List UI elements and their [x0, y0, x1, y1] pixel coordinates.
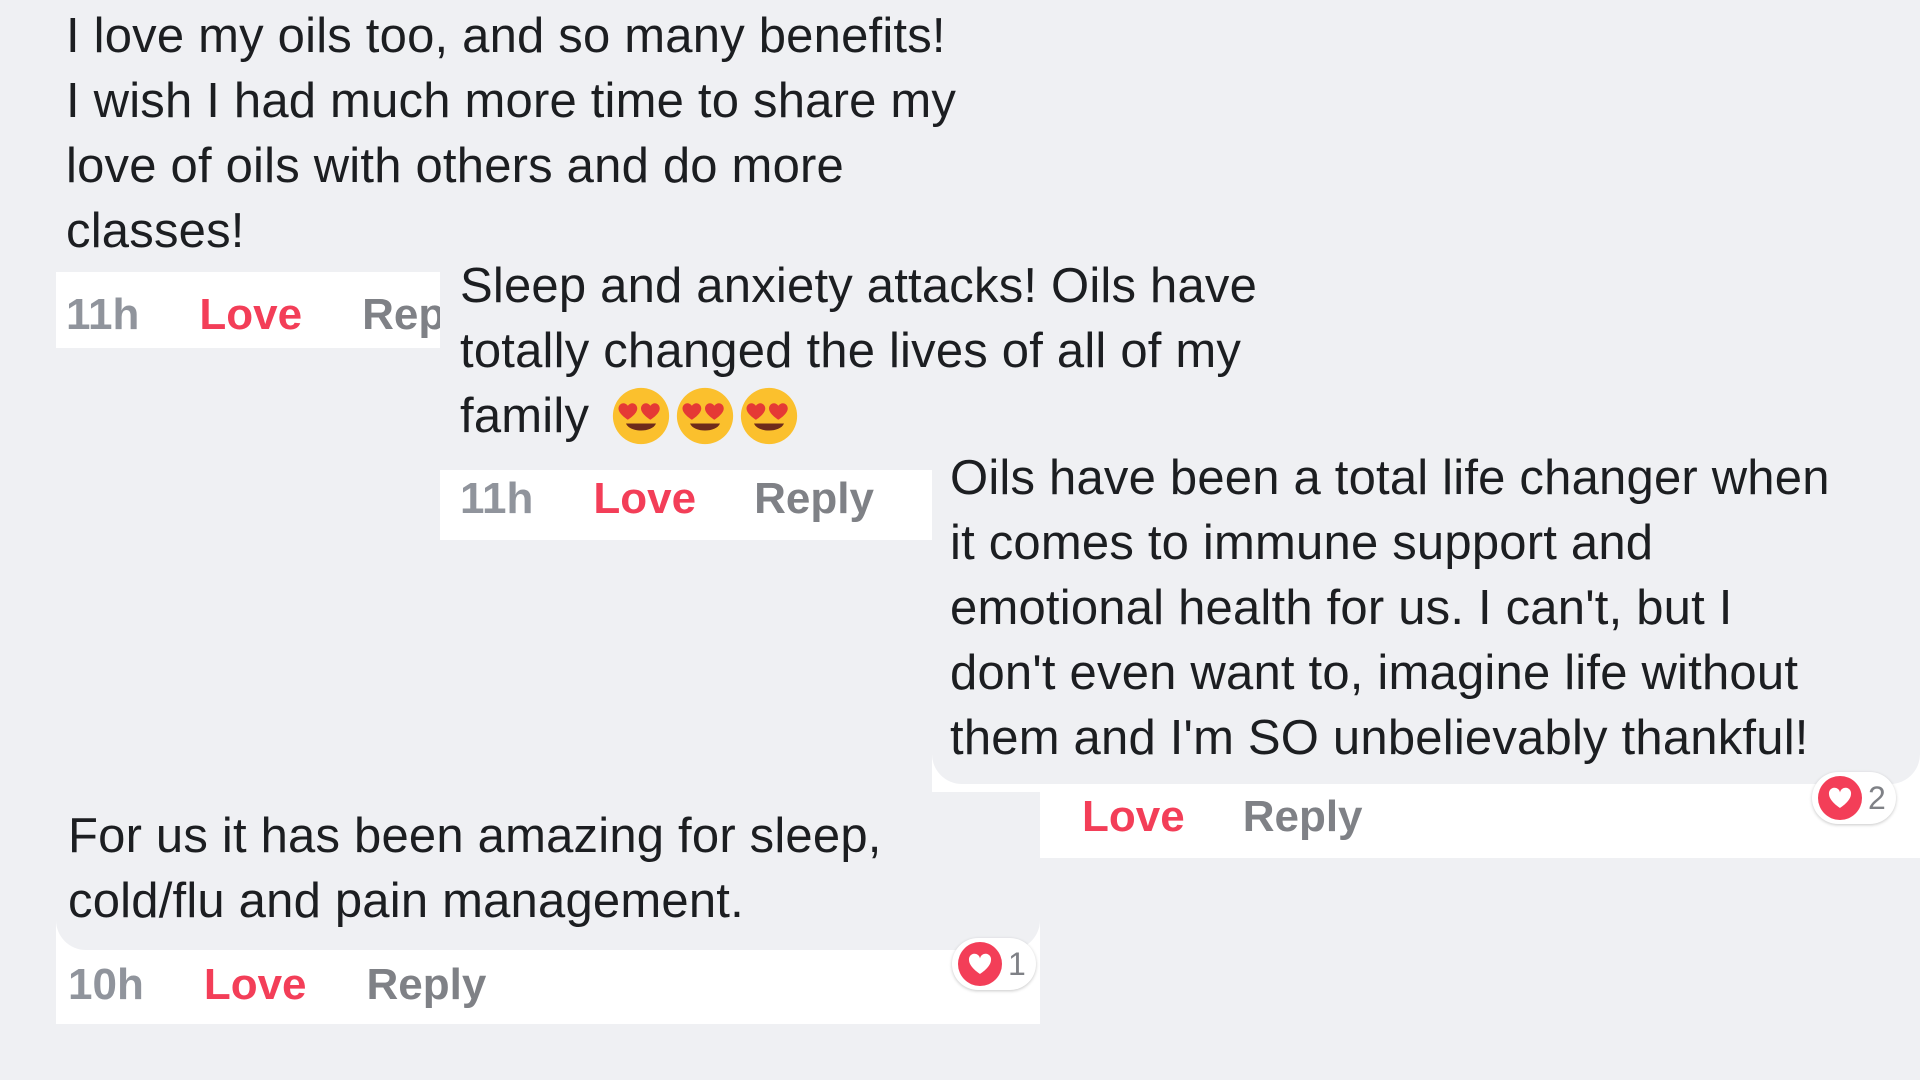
reply-button[interactable]: Reply — [1243, 792, 1363, 842]
smiling-face-with-heart-eyes-icon — [612, 387, 670, 445]
comment-text-line: them and I'm SO unbelievably thankful! — [950, 711, 1809, 765]
comment-text-line: For us it has been amazing for sleep, — [68, 809, 882, 863]
comment-actions: Love Reply — [1082, 792, 1363, 842]
reply-button[interactable]: Reply — [367, 960, 487, 1010]
love-button[interactable]: Love — [1082, 792, 1185, 842]
reaction-count: 2 — [1868, 779, 1886, 816]
reaction-count: 1 — [1008, 945, 1026, 982]
comment-actions: 11h Love Reply — [460, 474, 874, 524]
comment-bubble: For us it has been amazing for sleep, co… — [56, 792, 1040, 950]
heart-icon — [958, 942, 1002, 986]
comment-bubble: I love my oils too, and so many benefits… — [56, 0, 1046, 272]
comment-text-line: I love my oils too, and so many benefits… — [66, 9, 946, 63]
comment-timestamp[interactable]: 11h — [66, 290, 139, 340]
comment-text-fragment: family — [460, 389, 590, 443]
smiling-face-with-heart-eyes-icon — [676, 387, 734, 445]
heart-icon — [1818, 776, 1862, 820]
love-button[interactable]: Love — [199, 290, 302, 340]
comment-timestamp[interactable]: 10h — [68, 960, 144, 1010]
love-button[interactable]: Love — [593, 474, 696, 524]
smiling-face-with-heart-eyes-icon — [740, 387, 798, 445]
comment-actions: 10h Love Reply — [68, 960, 486, 1010]
comment-text-line: love of oils with others and do more — [66, 139, 844, 193]
reply-button[interactable]: Reply — [754, 474, 874, 524]
comment-text-line: Oils have been a total life changer when — [950, 451, 1830, 505]
comment-timestamp[interactable]: 11h — [460, 474, 533, 524]
comment-bubble: Sleep and anxiety attacks! Oils have tot… — [440, 250, 1424, 470]
comment-text-line: don't even want to, imagine life without — [950, 646, 1799, 700]
comment-text-line: emotional health for us. I can't, but I — [950, 581, 1733, 635]
comment-bubble: Oils have been a total life changer when… — [932, 438, 1920, 784]
reaction-summary[interactable]: 1 — [952, 938, 1036, 990]
comment-text-line: Sleep and anxiety attacks! Oils have — [460, 259, 1258, 313]
comment-actions: 11h Love Repl — [66, 290, 457, 340]
comment-text-line: cold/flu and pain management. — [68, 874, 744, 928]
comment-text-line: I wish I had much more time to share my — [66, 74, 957, 128]
comment-text-line: totally changed the lives of all of my — [460, 324, 1242, 378]
comment-text-line: it comes to immune support and — [950, 516, 1654, 570]
love-button[interactable]: Love — [204, 960, 307, 1010]
reaction-summary[interactable]: 2 — [1812, 772, 1896, 824]
